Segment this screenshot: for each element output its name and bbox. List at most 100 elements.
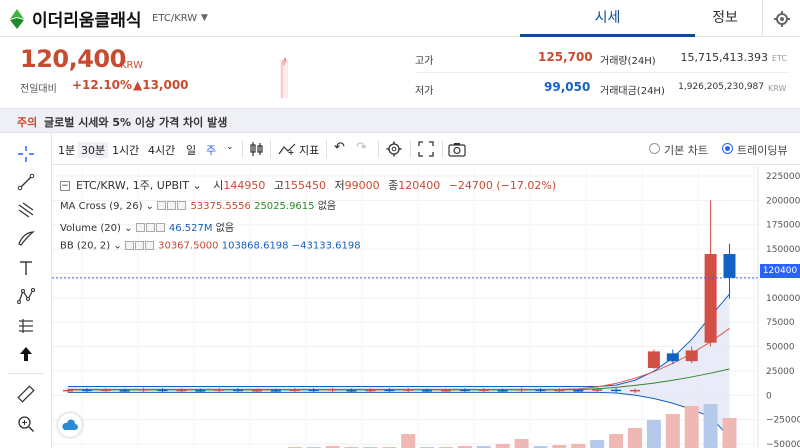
candle-body (100, 389, 111, 392)
fullscreen-icon[interactable] (418, 141, 434, 157)
trendline-tool[interactable] (13, 169, 39, 195)
candle-body (233, 389, 244, 392)
bb-name[interactable]: BB (20, 2) (60, 241, 110, 252)
volume-bar (684, 406, 699, 448)
cloud-icon (62, 419, 78, 430)
candle-body (176, 389, 187, 392)
chevron-down-icon[interactable]: ▼ (201, 13, 208, 23)
high-value: 125,700 (538, 50, 593, 64)
amount-value: 1,926,205,230,987 (678, 82, 764, 92)
collapse-icon[interactable]: − (60, 181, 70, 191)
price-axis[interactable]: 2250002000001750001500001250001000007500… (766, 172, 800, 448)
redo-icon[interactable]: ↷ (356, 140, 367, 155)
interval-1m[interactable]: 1분 (58, 142, 75, 158)
prediction-tool[interactable] (13, 313, 39, 339)
measure-tool[interactable] (13, 381, 39, 407)
amount-label: 거래대금(24H) (600, 86, 665, 97)
volume-name[interactable]: Volume (20) (60, 223, 121, 234)
eye-icon[interactable] (124, 240, 134, 250)
ruler-icon (17, 385, 35, 403)
indicators-button[interactable]: 지표 (299, 142, 319, 158)
undo-icon[interactable]: ↶ (334, 140, 345, 155)
tradingview-label[interactable]: 트레이딩뷰 (737, 142, 788, 158)
bb-lower: −43133.6198 (291, 240, 361, 252)
interval-30m[interactable]: 30분 (78, 142, 109, 158)
volume-controls[interactable] (135, 223, 166, 234)
zoom-tool[interactable] (13, 411, 39, 437)
axis-tick-label: −50000 (766, 440, 800, 448)
zoom-in-icon (18, 416, 35, 433)
interval-dropdown-icon[interactable]: ⌄ (226, 142, 234, 152)
close-icon[interactable] (177, 201, 187, 210)
interval-day[interactable]: 일 (186, 142, 196, 158)
candle-body (157, 389, 168, 392)
eye-icon[interactable] (135, 223, 145, 232)
text-tool[interactable] (13, 255, 39, 281)
current-price: 120,400 (20, 45, 126, 73)
candle-body (478, 389, 489, 392)
candle-body (270, 390, 281, 392)
tab-quote[interactable]: 시세 (520, 0, 695, 37)
close-icon[interactable] (144, 240, 154, 250)
notice-text: 글로벌 시세와 5% 이상 가격 차이 발생 (44, 116, 228, 129)
basic-chart-label[interactable]: 기본 차트 (664, 142, 708, 158)
crosshair-icon (18, 146, 34, 162)
notice-tag: 주의 (17, 116, 38, 129)
close-icon[interactable] (155, 223, 165, 232)
brush-icon (18, 231, 35, 246)
drawing-toolbar (0, 133, 52, 448)
settings-icon[interactable] (167, 201, 177, 210)
camera-icon[interactable] (448, 141, 466, 157)
crosshair-tool[interactable] (13, 141, 39, 167)
axis-tick-label: 50000 (766, 343, 795, 353)
tradingview-logo-button[interactable] (58, 413, 82, 437)
indicator-icon[interactable] (278, 142, 296, 156)
ma-fast-line (68, 328, 730, 390)
candle-body (535, 389, 546, 392)
chart-settings-icon[interactable] (386, 141, 402, 157)
candle-type-icon[interactable] (249, 141, 265, 157)
change-amount: ▲13,000 (133, 78, 189, 92)
close-label: 종 (388, 179, 399, 192)
settings-icon[interactable] (145, 223, 155, 232)
symbol-dropdown-icon[interactable]: ⌄ (189, 179, 201, 192)
close-value: 120400 (398, 179, 441, 192)
tradingview-radio[interactable] (722, 143, 733, 154)
ma-controls[interactable] (157, 201, 187, 212)
basic-chart-radio[interactable] (649, 143, 660, 154)
ma-name[interactable]: MA Cross (9, 26) (60, 201, 143, 212)
bollinger-bands (68, 293, 730, 438)
volume-bar (722, 418, 737, 448)
fib-tool[interactable] (13, 197, 39, 223)
interval-1h[interactable]: 1시간 (112, 142, 139, 158)
change-value: −24700 (−17.02%) (448, 179, 557, 192)
pattern-tool[interactable] (13, 283, 39, 309)
tab-info[interactable]: 정보 (695, 0, 755, 37)
axis-tick-label: 100000 (766, 294, 800, 304)
price-unit: KRW (120, 60, 143, 71)
candle-body (327, 389, 338, 391)
candle-body (666, 353, 679, 362)
candle-body (422, 390, 433, 392)
coin-pair[interactable]: ETC/KRW (152, 13, 197, 24)
axis-tick-label: −25000 (766, 416, 800, 426)
prediction-icon (19, 319, 33, 333)
coin-name[interactable]: 이더리움클래식 (32, 6, 141, 31)
candle-body (592, 389, 603, 391)
cursor-arrow-tool[interactable] (13, 341, 39, 367)
interval-4h[interactable]: 4시간 (148, 142, 175, 158)
settings-button[interactable] (762, 0, 800, 37)
interval-week[interactable]: 주 (206, 142, 216, 158)
bb-controls[interactable] (124, 240, 155, 251)
last-price-tag: 120400 (760, 264, 800, 278)
ma-value-1: 53375.5556 (190, 201, 251, 212)
volume-bar (590, 440, 605, 448)
text-icon (20, 261, 32, 275)
candle-body (704, 254, 717, 343)
volume-bar (571, 444, 586, 448)
settings-icon[interactable] (134, 240, 144, 250)
candle-body (63, 389, 73, 392)
brush-tool[interactable] (13, 225, 39, 251)
volume-bar (495, 444, 510, 448)
eye-icon[interactable] (157, 201, 167, 210)
